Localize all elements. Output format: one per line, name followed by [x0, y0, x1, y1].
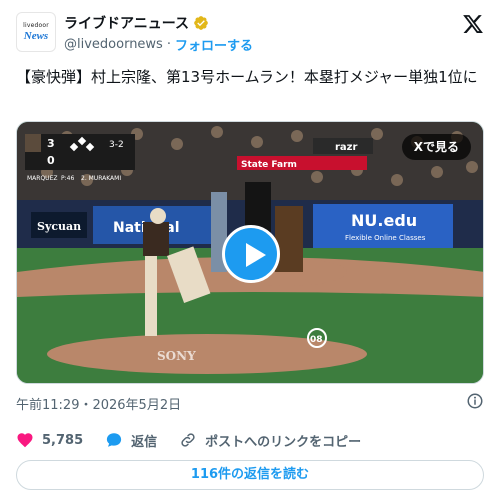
- name-row: ライブドアニュース: [64, 13, 209, 33]
- avatar-brand-main: News: [23, 30, 49, 42]
- opp-score: 0: [47, 154, 55, 167]
- account-name[interactable]: ライブドアニュース: [64, 13, 189, 33]
- copy-link-label: ポストへのリンクをコピー: [205, 434, 362, 450]
- pitcher-name: MARQUEZ: [27, 175, 57, 182]
- sign-sycuan: Sycuan: [37, 220, 81, 233]
- sign-state-farm: State Farm: [241, 160, 297, 170]
- post-text: 【豪快弾】村上宗隆、第13号ホームラン！本塁打メジャー単独1位に: [16, 68, 478, 86]
- follow-button[interactable]: フォローする: [175, 35, 253, 54]
- like-button[interactable]: 5,785: [16, 431, 83, 449]
- handle-row: @livedoornews · フォローする: [64, 35, 253, 54]
- heart-icon: [17, 433, 33, 448]
- sign-razr: razr: [335, 142, 358, 153]
- post-card: livedoor News ライブドアニュース @livedoornews · …: [0, 0, 500, 503]
- avatar[interactable]: livedoor News: [16, 12, 56, 52]
- link-icon: [181, 433, 195, 447]
- verified-badge-icon: [194, 16, 208, 30]
- like-count: 5,785: [42, 432, 84, 448]
- copy-link-button[interactable]: ポストへのリンクをコピー: [179, 431, 361, 450]
- sign-nu-edu: NU.edu: [351, 211, 417, 230]
- view-on-x-button[interactable]: Xで見る: [401, 134, 471, 160]
- jersey-number-marker: 08: [310, 335, 323, 345]
- reply-label: 返信: [131, 434, 158, 450]
- reply-button[interactable]: 返信: [105, 431, 157, 450]
- avatar-brand-top: livedoor: [23, 22, 49, 29]
- reply-icon: [107, 433, 122, 447]
- pitch-count-balls: 3-2: [109, 140, 124, 150]
- batter-name: 2. MURAKAMI: [81, 175, 121, 182]
- x-logo-icon[interactable]: [462, 13, 484, 35]
- post-timestamp[interactable]: 午前11:29・2026年5月2日: [16, 394, 181, 413]
- action-bar: 5,785 返信 ポストへのリンクをコピー: [16, 429, 484, 451]
- info-icon[interactable]: [466, 392, 484, 410]
- separator-dot: ·: [166, 36, 171, 52]
- sign-sony: SONY: [157, 349, 196, 363]
- read-replies-button[interactable]: 116件の返信を読む: [16, 460, 484, 490]
- video-player[interactable]: 3 0 3-2 MARQUEZ P:46 2. MURAKAMI State F…: [16, 121, 484, 384]
- account-handle[interactable]: @livedoornews: [64, 37, 163, 52]
- pitcher-pitch-count: P:46: [61, 175, 74, 182]
- sign-nu-edu-sub: Flexible Online Classes: [345, 234, 426, 242]
- team-score: 3: [47, 137, 55, 150]
- play-icon[interactable]: [222, 225, 280, 283]
